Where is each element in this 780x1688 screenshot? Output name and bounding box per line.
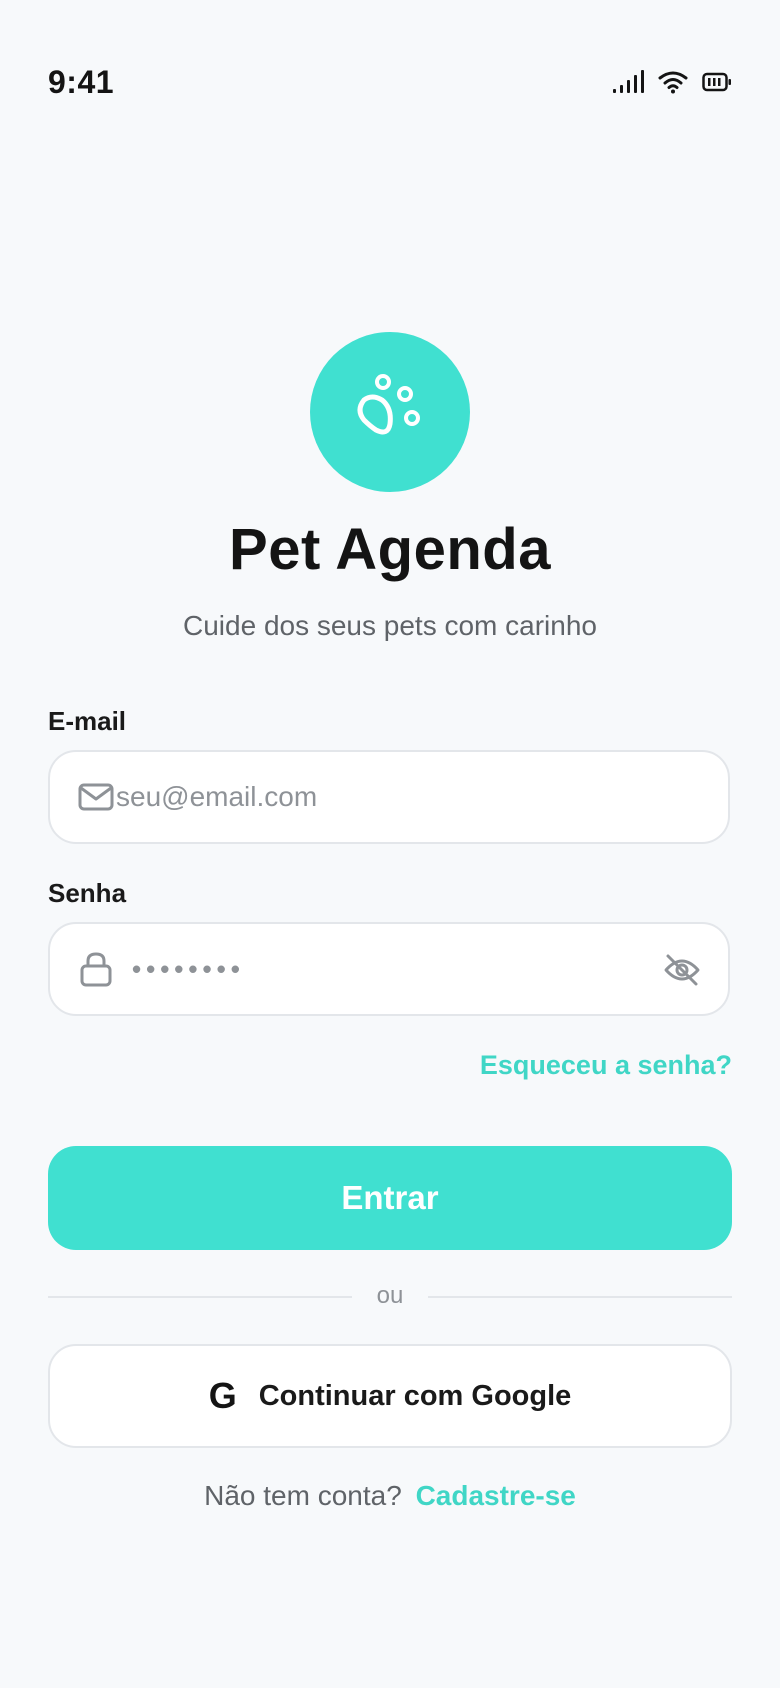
password-label: Senha [48,878,127,908]
app-logo [310,332,470,492]
status-icons [612,70,732,94]
email-placeholder: seu@email.com [116,781,318,812]
divider-line-right [428,1296,732,1298]
google-login-button[interactable]: G Continuar com Google [48,1344,732,1448]
email-label: E-mail [48,706,127,736]
status-time: 9:41 [48,64,115,100]
mail-icon [76,777,116,817]
signup-question: Não tem conta? [204,1480,402,1511]
lock-icon [76,949,116,989]
divider-line-left [48,1296,352,1298]
google-icon: G [208,1375,237,1416]
status-bar: 9:41 [0,0,780,170]
signup-row: Não tem conta? Cadastre-se [0,1480,780,1512]
email-field[interactable]: seu@email.com [48,750,730,844]
battery-icon [702,72,732,92]
app-title: Pet Agenda [229,517,551,582]
signal-icon [612,70,644,94]
wifi-icon [658,70,688,94]
password-value: •••••••• [132,953,245,984]
divider-text: ou [376,1282,404,1309]
forgot-password-link[interactable]: Esqueceu a senha? [480,1050,732,1081]
paw-icon [350,370,430,455]
eye-off-icon[interactable] [662,950,702,990]
google-login-label: Continuar com Google [258,1379,572,1412]
login-button[interactable]: Entrar [48,1146,732,1250]
password-field[interactable]: •••••••• [48,922,730,1016]
signup-link[interactable]: Cadastre-se [416,1480,576,1511]
app-subtitle: Cuide dos seus pets com carinho [183,610,597,641]
